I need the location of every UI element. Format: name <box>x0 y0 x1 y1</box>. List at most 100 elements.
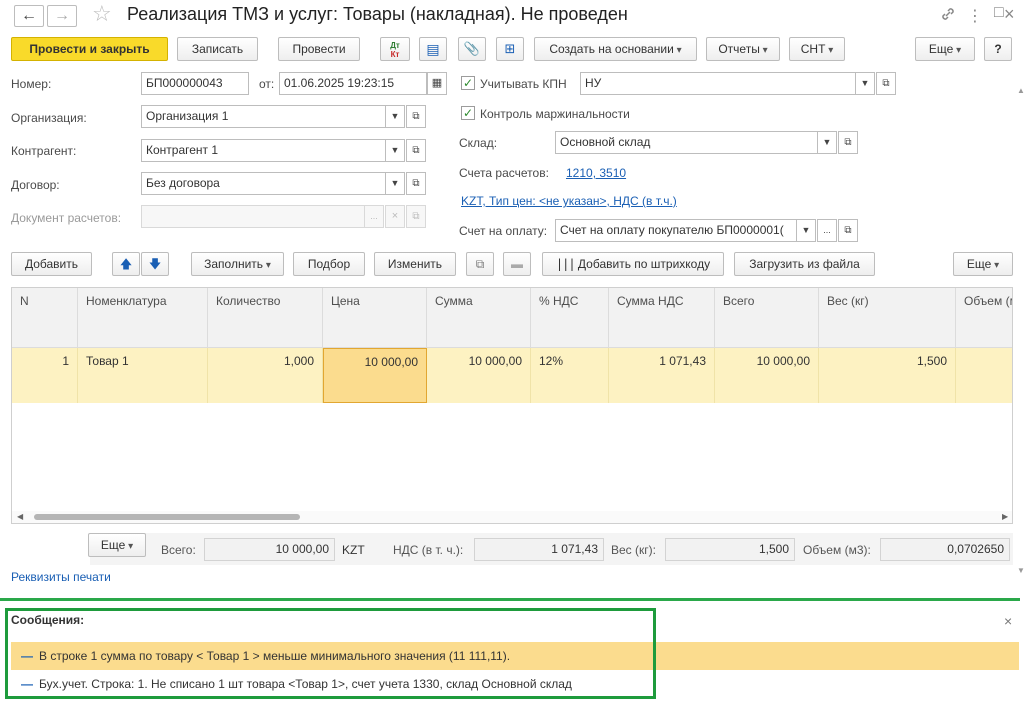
delete-row-button[interactable]: ▬ <box>503 252 531 276</box>
margin-control-checkbox[interactable]: ✓ <box>461 106 475 120</box>
table-more-label: Еще <box>966 257 992 271</box>
margin-control-label: Контроль маржинальности <box>480 107 630 121</box>
price-type-link[interactable]: KZT, Тип цен: <не указан>, НДС (в т.ч.) <box>461 194 677 208</box>
number-field[interactable]: БП000000043 <box>141 72 249 95</box>
contract-dropdown[interactable]: ▼ <box>385 172 405 195</box>
totals-more-button[interactable]: Еще <box>88 533 146 557</box>
column-header[interactable]: Сумма <box>427 288 531 348</box>
window-close-button[interactable]: × <box>1004 4 1015 25</box>
counterparty-dropdown[interactable]: ▼ <box>385 139 405 162</box>
currency-label: KZT <box>342 543 365 557</box>
add-by-barcode-button[interactable]: ||| Добавить по штрихкоду <box>542 252 724 276</box>
post-and-close-button[interactable]: Провести и закрыть <box>11 37 168 61</box>
total-label: Всего: <box>161 543 196 557</box>
column-header[interactable]: N <box>12 288 78 348</box>
selection-button[interactable]: Подбор <box>293 252 365 276</box>
favorite-star-icon[interactable]: ☆ <box>92 1 112 27</box>
dt-kt-button[interactable]: Дт Кт <box>380 37 410 61</box>
contract-open[interactable]: ⧉ <box>406 172 426 195</box>
invoice-dropdown[interactable]: ▼ <box>796 219 816 242</box>
back-button[interactable]: ← <box>14 5 44 27</box>
organization-open[interactable]: ⧉ <box>406 105 426 128</box>
quantity-cell[interactable]: 1,000 <box>208 348 323 403</box>
warehouse-dropdown[interactable]: ▼ <box>817 131 837 154</box>
invoice-field[interactable]: Счет на оплату покупателю БП0000001( <box>555 219 797 242</box>
vat-rate-cell[interactable]: 12% <box>531 348 609 403</box>
forward-button[interactable]: → <box>47 5 77 27</box>
counterparty-field[interactable]: Контрагент 1 <box>141 139 386 162</box>
move-up-button[interactable]: 🡅 <box>112 252 140 276</box>
messages-close-button[interactable]: × <box>1004 613 1012 629</box>
open-icon: ⧉ <box>412 178 420 189</box>
attach-button[interactable]: 📎 <box>458 37 486 61</box>
kpn-checkbox[interactable]: ✓ <box>461 76 475 90</box>
kpn-dropdown[interactable]: ▼ <box>855 72 875 95</box>
create-based-on-button[interactable]: Создать на основании <box>534 37 697 61</box>
kpn-open[interactable]: ⧉ <box>876 72 896 95</box>
fill-button[interactable]: Заполнить <box>191 252 284 276</box>
organization-field[interactable]: Организация 1 <box>141 105 386 128</box>
change-button[interactable]: Изменить <box>374 252 456 276</box>
help-button[interactable]: ? <box>984 37 1012 61</box>
add-row-button[interactable]: Добавить <box>11 252 92 276</box>
print-details-link[interactable]: Реквизиты печати <box>11 570 111 584</box>
warehouse-field[interactable]: Основной склад <box>555 131 818 154</box>
column-header[interactable]: Объем (м <box>956 288 1012 348</box>
move-down-button[interactable]: 🡇 <box>141 252 169 276</box>
volume-cell[interactable] <box>956 348 1012 403</box>
weight-cell[interactable]: 1,500 <box>819 348 956 403</box>
date-field[interactable]: 01.06.2025 19:23:15 <box>279 72 427 95</box>
column-header[interactable]: Количество <box>208 288 323 348</box>
organization-dropdown[interactable]: ▼ <box>385 105 405 128</box>
vat-sum-cell[interactable]: 1 071,43 <box>609 348 715 403</box>
total-cell[interactable]: 10 000,00 <box>715 348 819 403</box>
horizontal-scrollbar[interactable]: ◀ ▶ <box>12 511 1012 523</box>
vat-total-value: 1 071,43 <box>474 538 604 561</box>
restore-icon[interactable]: □ <box>994 4 1004 22</box>
save-button[interactable]: Записать <box>177 37 258 61</box>
paperclip-icon: 📎 <box>463 41 481 56</box>
more-button[interactable]: Еще <box>915 37 975 61</box>
price-cell[interactable]: 10 000,00 <box>323 348 427 403</box>
invoice-select[interactable]: ... <box>817 219 837 242</box>
invoice-open[interactable]: ⧉ <box>838 219 858 242</box>
settlement-document-select: ... <box>364 205 384 228</box>
load-from-file-button[interactable]: Загрузить из файла <box>734 252 875 276</box>
link-icon[interactable] <box>940 6 956 26</box>
column-header[interactable]: Вес (кг) <box>819 288 956 348</box>
column-header[interactable]: Сумма НДС <box>609 288 715 348</box>
table-more-button[interactable]: Еще <box>953 252 1013 276</box>
copy-row-button[interactable]: ⧉ <box>466 252 494 276</box>
scroll-right-icon[interactable]: ▶ <box>1002 512 1008 521</box>
contract-field[interactable]: Без договора <box>141 172 386 195</box>
calendar-button[interactable]: ▦ <box>427 72 447 95</box>
reports-label: Отчеты <box>718 42 760 56</box>
kpn-field[interactable]: НУ <box>580 72 856 95</box>
post-button[interactable]: Провести <box>278 37 360 61</box>
structure-button[interactable]: ⊞ <box>496 37 524 61</box>
row-number[interactable]: 1 <box>12 348 78 403</box>
column-header[interactable]: % НДС <box>531 288 609 348</box>
item-cell[interactable]: Товар 1 <box>78 348 208 403</box>
list-button[interactable]: ▤ <box>419 37 447 61</box>
scroll-down-icon[interactable]: ▼ <box>1017 566 1024 575</box>
snt-button[interactable]: СНТ <box>789 37 845 61</box>
counterparty-open[interactable]: ⧉ <box>406 139 426 162</box>
dt-kt-icon: Дт Кт <box>390 41 400 59</box>
warehouse-open[interactable]: ⧉ <box>838 131 858 154</box>
scroll-up-icon[interactable]: ▲ <box>1017 86 1024 95</box>
scrollbar-thumb[interactable] <box>34 514 300 520</box>
table-row[interactable]: 1 Товар 1 1,000 10 000,00 10 000,00 12% … <box>12 348 1012 403</box>
column-header[interactable]: Номенклатура <box>78 288 208 348</box>
hierarchy-icon: ⊞ <box>504 41 516 56</box>
scroll-left-icon[interactable]: ◀ <box>17 512 23 521</box>
reports-button[interactable]: Отчеты <box>706 37 780 61</box>
sum-cell[interactable]: 10 000,00 <box>427 348 531 403</box>
more-vertical-icon[interactable]: ⋮ <box>967 6 983 26</box>
column-header[interactable]: Всего <box>715 288 819 348</box>
column-header[interactable]: Цена <box>323 288 427 348</box>
accounts-link[interactable]: 1210, 3510 <box>566 166 626 180</box>
snt-label: СНТ <box>800 42 826 56</box>
chevron-down-icon: ▼ <box>390 178 400 188</box>
open-icon: ⧉ <box>412 145 420 156</box>
